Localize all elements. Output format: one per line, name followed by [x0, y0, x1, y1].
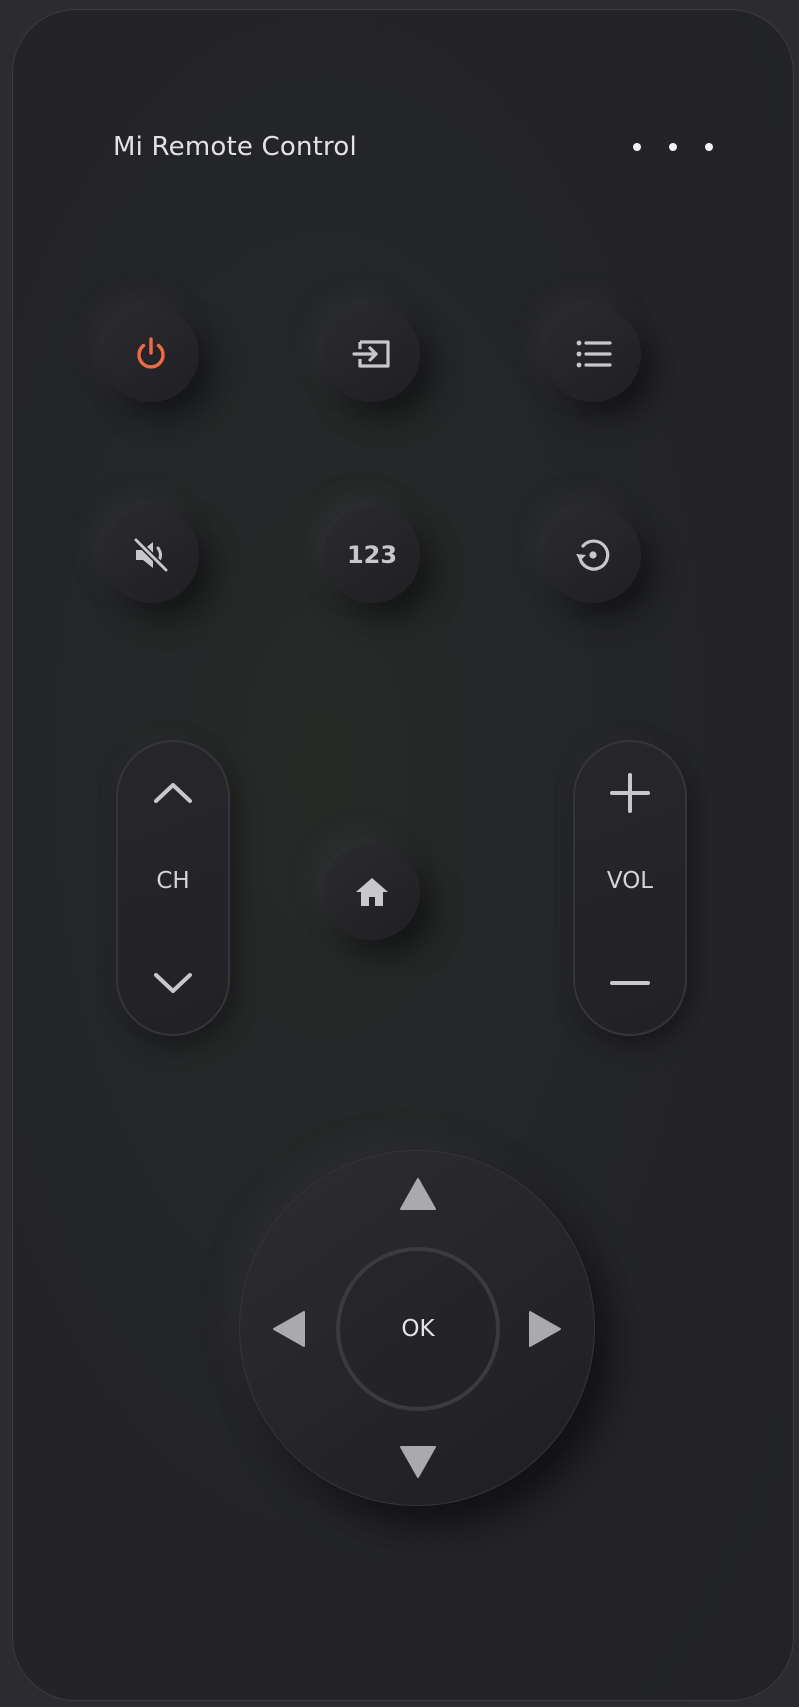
volume-control: VOL [573, 740, 687, 1036]
back-button[interactable] [545, 507, 641, 603]
power-button[interactable] [103, 306, 199, 402]
more-dot [633, 143, 641, 151]
channel-up-button[interactable] [118, 758, 228, 828]
channel-control: CH [116, 740, 230, 1036]
more-dot [705, 143, 713, 151]
chevron-down-icon [154, 973, 192, 993]
menu-button[interactable] [545, 306, 641, 402]
triangle-left-icon [273, 1311, 305, 1347]
triangle-down-icon [400, 1446, 436, 1478]
home-button[interactable] [324, 844, 420, 940]
volume-label: VOL [606, 868, 654, 894]
triangle-right-icon [529, 1311, 561, 1347]
triangle-up-icon [400, 1178, 436, 1210]
dpad-up-button[interactable] [383, 1159, 453, 1229]
remote-panel: Mi Remote Control 123 CH VOL OK [12, 9, 794, 1701]
channel-label: CH [156, 868, 190, 894]
page-title: Mi Remote Control [113, 132, 357, 162]
numpad-label: 123 [346, 541, 398, 569]
list-menu-icon [576, 340, 612, 368]
direction-pad: OK [239, 1150, 595, 1506]
mute-button[interactable] [103, 507, 199, 603]
power-icon [137, 337, 165, 369]
minus-icon [610, 981, 650, 985]
numpad-button[interactable]: 123 [324, 507, 420, 603]
more-dot [669, 143, 677, 151]
volume-down-button[interactable] [575, 948, 685, 1018]
mute-icon [133, 537, 169, 573]
home-icon [356, 878, 388, 906]
input-source-icon [352, 340, 390, 368]
dpad-left-button[interactable] [254, 1294, 324, 1364]
input-source-button[interactable] [324, 306, 420, 402]
plus-icon [610, 773, 650, 813]
chevron-up-icon [154, 783, 192, 803]
rotate-back-icon [576, 539, 610, 571]
volume-up-button[interactable] [575, 758, 685, 828]
dpad-right-button[interactable] [510, 1294, 580, 1364]
ok-button[interactable]: OK [336, 1247, 500, 1411]
more-options-button[interactable] [633, 132, 713, 162]
channel-down-button[interactable] [118, 948, 228, 1018]
dpad-down-button[interactable] [383, 1427, 453, 1497]
